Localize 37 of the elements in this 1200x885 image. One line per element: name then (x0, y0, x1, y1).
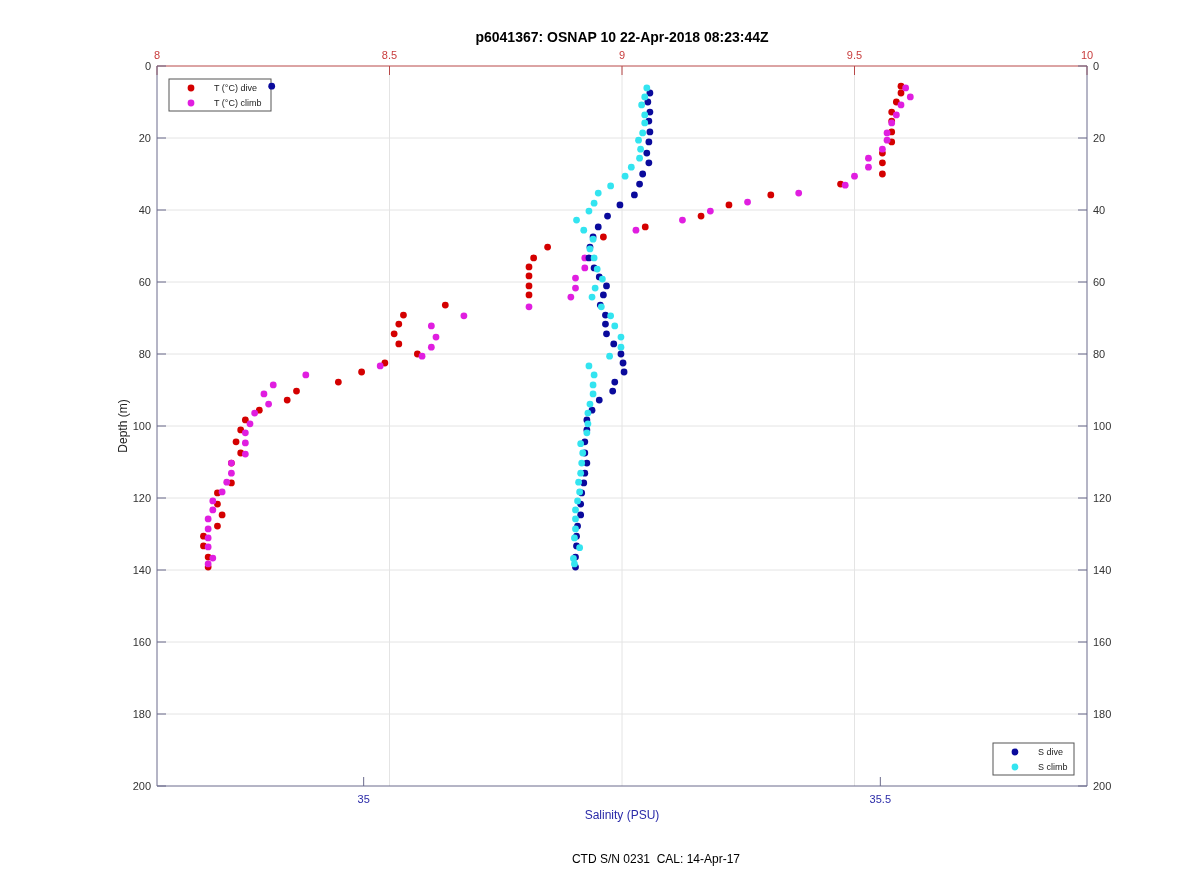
tick-label: 200 (132, 780, 151, 792)
tick-label: 0 (144, 60, 151, 72)
axis-label: Salinity (PSU) (584, 808, 660, 822)
tick-label: 8.5 (381, 49, 398, 61)
tick-label: 60 (138, 276, 151, 288)
axis-label: Depth (m) (116, 399, 130, 453)
tick-label: 9.5 (846, 49, 863, 61)
legend-label: S dive (1038, 747, 1063, 757)
tick-label: 100 (1093, 420, 1112, 432)
tick-label: 160 (1093, 636, 1112, 648)
tick-label: 180 (132, 708, 151, 720)
tick-label: 80 (138, 348, 151, 360)
tick-label: 8 (153, 49, 161, 61)
tick-label: 35.5 (869, 793, 892, 805)
legend-label: S climb (1038, 762, 1068, 772)
tick-label: 160 (132, 636, 151, 648)
footer-text: CTD S/N 0231 CAL: 14-Apr-17 (571, 852, 741, 866)
tick-label: 40 (1093, 204, 1106, 216)
tick-label: 10 (1080, 49, 1094, 61)
tick-label: 20 (138, 132, 151, 144)
tick-label: 120 (1093, 492, 1112, 504)
tick-label: 140 (132, 564, 151, 576)
tick-label: 140 (1093, 564, 1112, 576)
tick-label: 80 (1093, 348, 1106, 360)
tick-label: 35 (357, 793, 370, 805)
tick-label: 40 (138, 204, 151, 216)
tick-label: 180 (1093, 708, 1112, 720)
tick-label: 200 (1093, 780, 1112, 792)
tick-label: 9 (618, 49, 626, 61)
chart-title: p6041367: OSNAP 10 22-Apr-2018 08:23:44Z (475, 29, 769, 45)
tick-label: 100 (132, 420, 151, 432)
tick-label: 60 (1093, 276, 1106, 288)
legend-label: T (°C) dive (214, 83, 257, 93)
tick-label: 20 (1093, 132, 1106, 144)
tick-label: 0 (1093, 60, 1100, 72)
legend-label: T (°C) climb (214, 98, 262, 108)
tick-label: 120 (132, 492, 151, 504)
